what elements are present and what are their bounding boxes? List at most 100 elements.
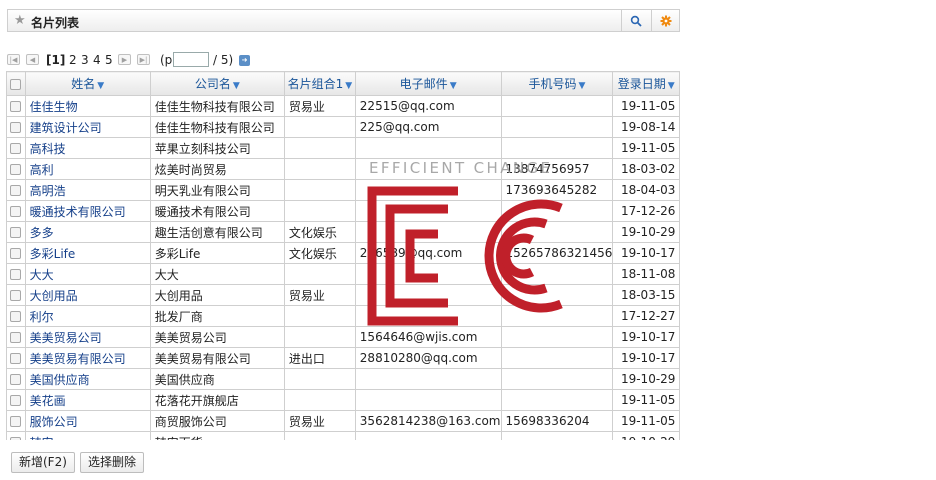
column-header-group[interactable]: 名片组合1 ▼ bbox=[283, 71, 356, 96]
sort-arrow-icon: ▼ bbox=[345, 81, 353, 91]
table-row[interactable]: 高利 炫美时尚贸易 13874756957 18-03-02 bbox=[6, 158, 680, 180]
row-checkbox[interactable] bbox=[6, 158, 26, 180]
column-header-company[interactable]: 公司名 ▼ bbox=[149, 71, 285, 96]
row-checkbox[interactable] bbox=[6, 305, 26, 327]
search-button[interactable] bbox=[621, 10, 650, 31]
cell-name[interactable]: 佳佳生物 bbox=[24, 95, 151, 117]
cell-name[interactable]: 高利 bbox=[24, 158, 151, 180]
cell-email bbox=[354, 158, 502, 180]
column-header-date[interactable]: 登录日期 ▼ bbox=[612, 71, 680, 96]
cell-name[interactable]: 多多 bbox=[24, 221, 151, 243]
cell-name[interactable]: 韩安 bbox=[24, 431, 151, 440]
table-header-row: 姓名 ▼ 公司名 ▼ 名片组合1 ▼ 电子邮件 ▼ 手机号码 ▼ 登录日期 ▼ bbox=[6, 71, 680, 96]
page-link[interactable]: 2 bbox=[69, 52, 77, 68]
column-header-phone[interactable]: 手机号码 ▼ bbox=[500, 71, 614, 96]
row-checkbox[interactable] bbox=[6, 242, 26, 264]
cell-name[interactable]: 美美贸易有限公司 bbox=[24, 347, 151, 369]
table-row[interactable]: 大创用品 大创用品 贸易业 18-03-15 bbox=[6, 284, 680, 306]
goto-page-input[interactable] bbox=[173, 52, 209, 67]
cell-group: 贸易业 bbox=[283, 95, 356, 117]
settings-button[interactable] bbox=[651, 10, 680, 31]
table-row[interactable]: 多彩Life 多彩Life 文化娱乐 256589@qq.com 15265786321… bbox=[6, 242, 680, 264]
row-checkbox[interactable] bbox=[6, 326, 26, 348]
table-row[interactable]: 韩安韩安百货 19-10-29 bbox=[6, 431, 680, 440]
add-button[interactable]: 新增(F2) bbox=[11, 452, 75, 473]
cell-name[interactable]: 建筑设计公司 bbox=[24, 116, 151, 138]
cell-group bbox=[283, 326, 356, 348]
card-table: 姓名 ▼ 公司名 ▼ 名片组合1 ▼ 电子邮件 ▼ 手机号码 ▼ 登录日期 ▼ 佳佳生物 佳佳… bbox=[6, 71, 680, 440]
delete-selected-button[interactable]: 选择删除 bbox=[80, 452, 145, 473]
cell-name[interactable]: 高明浩 bbox=[24, 179, 151, 201]
row-checkbox[interactable] bbox=[6, 284, 26, 306]
first-page-icon[interactable]: |◀ bbox=[7, 54, 20, 65]
table-row[interactable]: 利尔 批发厂商 17-12-27 bbox=[6, 305, 680, 327]
cell-email bbox=[354, 137, 502, 159]
cell-name[interactable]: 暖通技术有限公司 bbox=[24, 200, 151, 222]
row-checkbox[interactable] bbox=[6, 347, 26, 369]
table-row[interactable]: 暖通技术有限公司 暖通技术有限公司 17-12-26 bbox=[6, 200, 680, 222]
go-arrow-icon[interactable]: ➜ bbox=[239, 55, 250, 66]
cell-email: 3562814238@163.com bbox=[354, 410, 502, 432]
cell-name[interactable]: 大创用品 bbox=[24, 284, 151, 306]
cell-email: 225@qq.com bbox=[354, 116, 502, 138]
column-header-email[interactable]: 电子邮件 ▼ bbox=[354, 71, 502, 96]
cell-phone bbox=[500, 200, 614, 222]
last-page-icon[interactable]: ▶| bbox=[137, 54, 150, 65]
row-checkbox[interactable] bbox=[6, 410, 26, 432]
cell-name[interactable]: 美美贸易公司 bbox=[24, 326, 151, 348]
cell-name[interactable]: 高科技 bbox=[24, 137, 151, 159]
prev-page-icon[interactable]: ◀ bbox=[26, 54, 39, 65]
cell-phone bbox=[500, 284, 614, 306]
cell-group bbox=[283, 200, 356, 222]
cell-name[interactable]: 大大 bbox=[24, 263, 151, 285]
cell-group: 贸易业 bbox=[283, 284, 356, 306]
row-checkbox[interactable] bbox=[6, 368, 26, 390]
cell-name[interactable]: 美花画 bbox=[24, 389, 151, 411]
row-checkbox[interactable] bbox=[6, 95, 26, 117]
row-checkbox[interactable] bbox=[6, 179, 26, 201]
table-row[interactable]: 大大 大大 18-11-08 bbox=[6, 263, 680, 285]
row-checkbox[interactable] bbox=[6, 116, 26, 138]
select-all-checkbox[interactable] bbox=[6, 71, 26, 96]
cell-email bbox=[354, 305, 502, 327]
cell-company: 美美贸易公司 bbox=[149, 326, 285, 348]
row-checkbox[interactable] bbox=[6, 431, 26, 440]
row-checkbox[interactable] bbox=[6, 221, 26, 243]
table-row[interactable]: 美美贸易公司 美美贸易公司 1564646@wjis.com 19-10-17 bbox=[6, 326, 680, 348]
next-page-icon[interactable]: ▶ bbox=[118, 54, 131, 65]
row-checkbox[interactable] bbox=[6, 263, 26, 285]
page-link[interactable]: 4 bbox=[93, 52, 101, 68]
page-link[interactable]: 3 bbox=[81, 52, 89, 68]
cell-date: 19-11-05 bbox=[612, 410, 680, 432]
cell-date: 19-08-14 bbox=[612, 116, 680, 138]
cell-name[interactable]: 美国供应商 bbox=[24, 368, 151, 390]
table-row[interactable]: 佳佳生物 佳佳生物科技有限公司 贸易业 22515@qq.com 19-11-05 bbox=[6, 95, 680, 117]
row-checkbox[interactable] bbox=[6, 389, 26, 411]
table-row[interactable]: 建筑设计公司 佳佳生物科技有限公司 225@qq.com 19-08-14 bbox=[6, 116, 680, 138]
table-row[interactable]: 多多 趣生活创意有限公司 文化娱乐 19-10-29 bbox=[6, 221, 680, 243]
cell-phone: 15698336204 bbox=[500, 410, 614, 432]
column-header-name[interactable]: 姓名 ▼ bbox=[24, 71, 151, 96]
cell-date: 19-11-05 bbox=[612, 389, 680, 411]
row-checkbox[interactable] bbox=[6, 137, 26, 159]
cell-company: 花落花开旗舰店 bbox=[149, 389, 285, 411]
cell-group bbox=[283, 158, 356, 180]
cell-company: 大创用品 bbox=[149, 284, 285, 306]
table-row[interactable]: 服饰公司 商贸服饰公司 贸易业 3562814238@163.com 156983362… bbox=[6, 410, 680, 432]
cell-name[interactable]: 利尔 bbox=[24, 305, 151, 327]
table-row[interactable]: 高科技 苹果立刻科技公司 19-11-05 bbox=[6, 137, 680, 159]
cell-company: 炫美时尚贸易 bbox=[149, 158, 285, 180]
cell-phone bbox=[500, 431, 614, 440]
cell-email bbox=[354, 179, 502, 201]
table-row[interactable]: 美花画 花落花开旗舰店 19-11-05 bbox=[6, 389, 680, 411]
main-area: ★ 名片列表 |◀ ◀ [1] 2 3 4 5 ▶ ▶| (p. / 5) ➜ … bbox=[0, 0, 680, 440]
table-row[interactable]: 高明浩 明天乳业有限公司 17369364528​2 18-04-03 bbox=[6, 179, 680, 201]
cell-name[interactable]: 多彩Life bbox=[24, 242, 151, 264]
cell-name[interactable]: 服饰公司 bbox=[24, 410, 151, 432]
table-row[interactable]: 美美贸易有限公司 美美贸易有限公司 进出口 28810280@qq.com 19-10-… bbox=[6, 347, 680, 369]
cell-email bbox=[354, 200, 502, 222]
row-checkbox[interactable] bbox=[6, 200, 26, 222]
cell-group bbox=[283, 305, 356, 327]
page-link[interactable]: 5 bbox=[105, 52, 113, 68]
table-row[interactable]: 美国供应商 美国供应商 19-10-29 bbox=[6, 368, 680, 390]
